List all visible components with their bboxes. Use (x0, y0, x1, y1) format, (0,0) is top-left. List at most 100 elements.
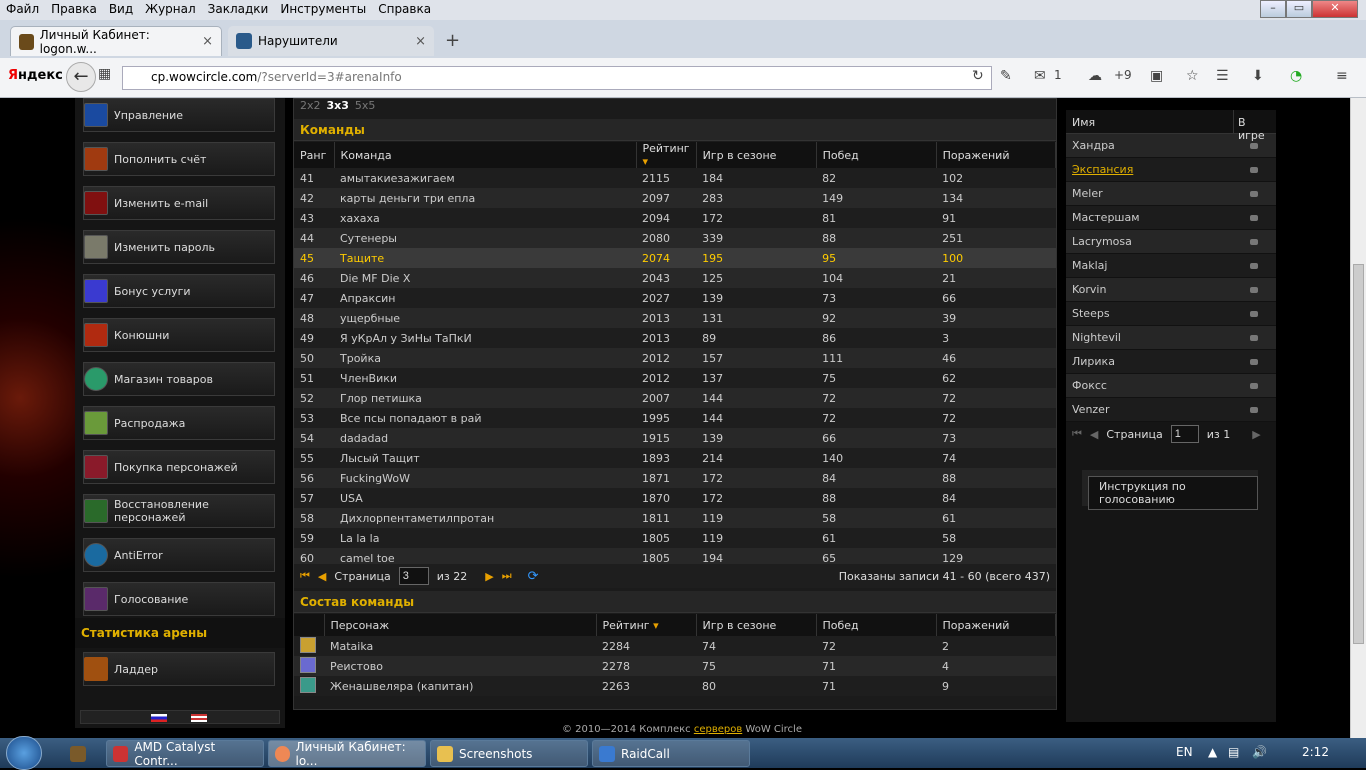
list-item[interactable]: Мастершам (1066, 206, 1276, 230)
next-page-icon[interactable]: ▶ (485, 570, 493, 583)
last-page-icon[interactable]: ⏭ (502, 569, 512, 583)
sidebar-item-change-password[interactable]: Изменить пароль (83, 230, 275, 264)
taskbar-screenshots[interactable]: Screenshots (430, 740, 588, 767)
col-online[interactable]: В игре (1234, 110, 1276, 142)
table-row[interactable]: 46 Die MF Die X 2043 125 104 21 (294, 268, 1056, 288)
download-icon[interactable]: ⬇ (1252, 68, 1264, 84)
bookmark-star-icon[interactable]: ☆ (1186, 68, 1199, 84)
list-item[interactable]: Venzer (1066, 398, 1276, 422)
mail-icon[interactable]: ✉ (1034, 68, 1046, 84)
menu-bookmarks[interactable]: Закладки (202, 0, 275, 20)
col-games[interactable]: Игр в сезоне (696, 142, 817, 168)
page-scrollbar[interactable] (1350, 98, 1366, 738)
reload-icon[interactable]: ↻ (972, 68, 984, 84)
close-window-icon[interactable]: ✕ (1312, 0, 1358, 18)
list-item[interactable]: Meler (1066, 182, 1276, 206)
sidebar-item-bonus[interactable]: Бонус услуги (83, 274, 275, 308)
tiles-icon[interactable]: ▦ (98, 66, 111, 82)
list-item[interactable]: Steeps (1066, 302, 1276, 326)
sidebar-item-buy-characters[interactable]: Покупка персонажей (83, 450, 275, 484)
table-row[interactable]: 53 Все псы попадают в рай 1995 144 72 72 (294, 408, 1056, 428)
taskbar-amd[interactable]: AMD Catalyst Contr... (106, 740, 264, 768)
table-row[interactable]: 42 карты деньги три епла 2097 283 149 134 (294, 188, 1056, 208)
list-item[interactable]: Lacrymosa (1066, 230, 1276, 254)
sidebar-item-restore-characters[interactable]: Восстановление персонажей (83, 494, 275, 528)
col-games[interactable]: Игр в сезоне (696, 614, 817, 636)
refresh-icon[interactable]: ⟳ (528, 569, 539, 584)
first-page-icon[interactable]: ⏮ (300, 569, 310, 583)
list-item[interactable]: Лирика (1066, 350, 1276, 374)
start-button[interactable] (6, 736, 42, 770)
table-row[interactable]: 45 Тащите 2074 195 95 100 (294, 248, 1056, 268)
menu-help[interactable]: Справка (372, 0, 437, 20)
menu-history[interactable]: Журнал (139, 0, 202, 20)
sidebar-item-topup[interactable]: Пополнить счёт (83, 142, 275, 176)
col-name[interactable]: Имя (1066, 110, 1234, 133)
col-rank[interactable]: Ранг (294, 142, 335, 168)
footer-link[interactable]: серверов (694, 724, 742, 735)
table-row[interactable]: 59 La la la 1805 119 61 58 (294, 528, 1056, 548)
table-row[interactable]: 48 ущербные 2013 131 92 39 (294, 308, 1056, 328)
table-row[interactable]: Женашвеляра (капитан) 2263 80 71 9 (294, 676, 1056, 696)
col-losses[interactable]: Поражений (936, 142, 1057, 168)
new-tab-button[interactable]: + (445, 30, 460, 51)
scrollbar-thumb[interactable] (1353, 264, 1364, 644)
table-row[interactable]: Реистово 2278 75 71 4 (294, 656, 1056, 676)
table-row[interactable]: 54 dadadad 1915 139 66 73 (294, 428, 1056, 448)
next-page-icon[interactable]: ▶ (1252, 428, 1260, 441)
sidebar-item-manage[interactable]: Управление (83, 98, 275, 132)
reading-list-icon[interactable]: ☰ (1216, 68, 1229, 84)
list-item[interactable]: Экспансия (1066, 158, 1276, 182)
col-team[interactable]: Команда (334, 142, 637, 168)
menu-view[interactable]: Вид (103, 0, 139, 20)
language-indicator[interactable]: EN (1176, 745, 1193, 759)
col-wins[interactable]: Побед (816, 614, 937, 636)
sync-icon[interactable]: ◔ (1290, 68, 1302, 84)
tab-violators[interactable]: Нарушители × (228, 26, 434, 56)
sidebar-item-sale[interactable]: Распродажа (83, 406, 275, 440)
list-item[interactable]: Фоксс (1066, 374, 1276, 398)
us-flag-icon[interactable] (191, 714, 207, 722)
tab-2x2[interactable]: 2x2 (300, 99, 321, 112)
table-row[interactable]: 52 Глор петишка 2007 144 72 72 (294, 388, 1056, 408)
sidebar-item-voting[interactable]: Голосование (83, 582, 275, 616)
table-row[interactable]: 44 Сутенеры 2080 339 88 251 (294, 228, 1056, 248)
first-page-icon[interactable]: ⏮ (1072, 427, 1082, 441)
extension-icon[interactable]: ▣ (1150, 68, 1163, 84)
tab-3x3[interactable]: 3x3 (327, 99, 349, 112)
tray-arrow-icon[interactable]: ▲ (1208, 745, 1217, 759)
table-row[interactable]: 55 Лысый Тащит 1893 214 140 74 (294, 448, 1056, 468)
close-tab-icon[interactable]: × (415, 34, 426, 49)
page-input[interactable] (1170, 425, 1199, 443)
table-row[interactable]: 51 ЧленВики 2012 137 75 62 (294, 368, 1056, 388)
col-character[interactable]: Персонаж (324, 614, 597, 636)
weather-icon[interactable]: ☁ (1088, 68, 1102, 84)
table-row[interactable]: Mataika 2284 74 72 2 (294, 636, 1056, 656)
tab-5x5[interactable]: 5x5 (355, 99, 376, 112)
sidebar-item-ladder[interactable]: Ладдер (83, 652, 275, 686)
yandex-logo[interactable]: Яндекс (8, 68, 63, 83)
col-rating[interactable]: Рейтинг ▾ (596, 614, 697, 636)
col-rating[interactable]: Рейтинг ▾ (636, 142, 697, 168)
col-losses[interactable]: Поражений (936, 614, 1056, 636)
menu-tools[interactable]: Инструменты (274, 0, 372, 20)
pen-icon[interactable]: ✎ (1000, 68, 1012, 84)
sidebar-item-stables[interactable]: Конюшни (83, 318, 275, 352)
sidebar-item-change-email[interactable]: Изменить e-mail (83, 186, 275, 220)
menu-file[interactable]: Файл (0, 0, 45, 20)
sidebar-item-antierror[interactable]: AntiError (83, 538, 275, 572)
table-row[interactable]: 56 FuckingWoW 1871 172 84 88 (294, 468, 1056, 488)
list-item[interactable]: Nightevil (1066, 326, 1276, 350)
address-bar[interactable]: cp.wowcircle.com/?serverId=3#arenaInfo (122, 66, 992, 90)
vote-instructions-button[interactable]: Инструкция по голосованию (1088, 476, 1258, 510)
clock[interactable]: 2:12 (1302, 745, 1329, 759)
taskbar-raidcall[interactable]: RaidCall (592, 740, 750, 767)
minimize-icon[interactable]: – (1260, 0, 1286, 18)
ru-flag-icon[interactable] (151, 714, 167, 722)
page-input[interactable] (398, 567, 429, 585)
menu-edit[interactable]: Правка (45, 0, 103, 20)
list-item[interactable]: Korvin (1066, 278, 1276, 302)
back-button[interactable]: ← (66, 62, 96, 92)
table-row[interactable]: 47 Апраксин 2027 139 73 66 (294, 288, 1056, 308)
maximize-icon[interactable]: ▭ (1286, 0, 1312, 18)
